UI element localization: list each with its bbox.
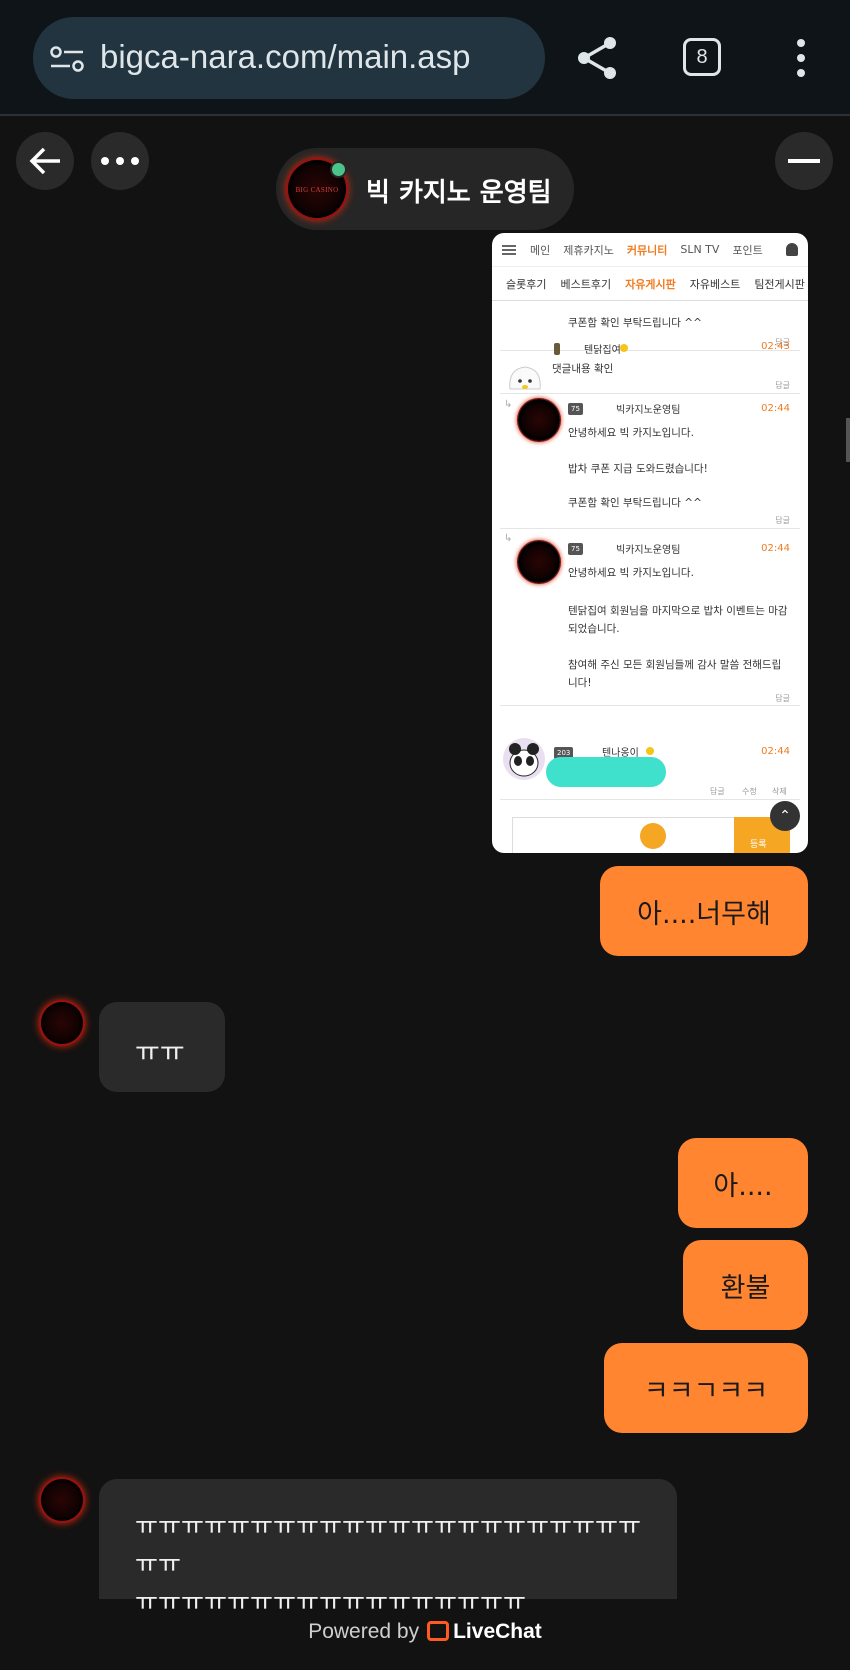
shot-nav-item: 포인트 [732, 243, 763, 257]
comment-text: 댓글내용 확인 [552, 363, 614, 375]
status-dot [620, 344, 628, 352]
status-dot [646, 747, 654, 755]
agent-name: 빅 카지노 운영팀 [366, 178, 552, 208]
shot-nav-item: 제휴카지노 [563, 243, 614, 257]
divider [500, 799, 800, 800]
message-outgoing: ㅋㅋㄱㅋㅋ [604, 1343, 808, 1433]
comment-user: 텐닭집여 [584, 345, 621, 356]
comment-action: 삭제 [772, 787, 787, 796]
menu-round-icon [640, 823, 666, 849]
back-button[interactable] [16, 132, 74, 190]
more-options-button[interactable] [91, 132, 149, 190]
agent-message-avatar [41, 1479, 83, 1521]
comment-text: 텐닭집여 회원님을 마지막으로 밥차 이벤트는 마감 [568, 605, 788, 617]
agent-logo-text: BIG CASINO [295, 185, 339, 194]
comment-text: 밥차 쿠폰 지급 도와드렸습니다! [568, 463, 708, 475]
comment-time: 02:44 [761, 746, 790, 757]
url-text[interactable]: bigca-nara.com/main.asp [100, 38, 471, 76]
comment-text: 니다! [568, 677, 592, 689]
shot-sub-nav: 슬롯후기 베스트후기 자유게시판 자유베스트 팀전게시판 [492, 267, 808, 301]
shot-top-nav: 메인 제휴카지노 커뮤니티 SLN TV 포인트 [492, 233, 808, 267]
minimize-icon [788, 159, 820, 163]
divider [500, 528, 800, 529]
divider [500, 350, 800, 351]
reply-link: 답글 [775, 694, 790, 703]
comment-user: 빅카지노운영팀 [616, 405, 681, 416]
online-status-dot [330, 161, 347, 178]
agent-message-avatar [41, 1002, 83, 1044]
arrow-left-icon [29, 147, 60, 175]
message-outgoing: 아.... [678, 1138, 808, 1228]
powered-by-footer[interactable]: Powered by LiveChat [0, 1620, 850, 1644]
message-incoming: ㅠㅠ [99, 1002, 225, 1092]
comment-action: 수정 [742, 787, 757, 796]
livechat-icon [427, 1621, 450, 1641]
tab-count: 8 [696, 45, 708, 68]
reply-arrow-icon: ↳ [504, 533, 513, 544]
livechat-brand: LiveChat [453, 1620, 542, 1643]
message-outgoing: 아....너무해 [600, 866, 808, 956]
comment-user: 빅카지노운영팀 [616, 545, 681, 556]
shot-subnav-item: 슬롯후기 [506, 277, 547, 291]
comment-text: 쿠폰함 확인 부탁드립니다 ^^ [568, 497, 702, 509]
image-attachment[interactable]: 메인 제휴카지노 커뮤니티 SLN TV 포인트 슬롯후기 베스트후기 자유게시… [492, 233, 808, 853]
comment-text: 안녕하세요 빅 카지노입니다. [568, 427, 694, 439]
comment-text: 참여해 주신 모든 회원님들께 감사 말씀 전해드립 [568, 659, 782, 671]
divider [500, 393, 800, 394]
shot-submit-label: 등록 [750, 840, 767, 850]
reply-link: 답글 [775, 381, 790, 390]
comment-avatar [518, 399, 560, 441]
redacted-scribble [546, 757, 666, 787]
panda-avatar-icon [503, 738, 545, 780]
site-settings-icon[interactable] [50, 46, 84, 72]
minimize-button[interactable] [775, 132, 833, 190]
comment-action: 답글 [710, 787, 725, 796]
divider [500, 705, 800, 706]
comment-avatar [518, 541, 560, 583]
more-vert-icon[interactable] [788, 38, 814, 78]
share-icon[interactable] [574, 34, 622, 82]
shot-subnav-item: 베스트후기 [560, 277, 612, 291]
reply-arrow-icon: ↳ [504, 399, 513, 410]
level-badge: 75 [568, 543, 583, 555]
message-outgoing: 환불 [683, 1240, 808, 1330]
more-horiz-icon [101, 157, 139, 165]
bell-icon [786, 243, 798, 256]
comment-time: 02:43 [761, 341, 790, 352]
tab-switcher-button[interactable]: 8 [683, 38, 721, 76]
level-badge: 75 [568, 403, 583, 415]
shot-nav-item: 메인 [530, 243, 551, 257]
level-badge [554, 343, 560, 355]
browser-toolbar: bigca-nara.com/main.asp 8 [0, 0, 850, 116]
shot-subnav-item: 팀전게시판 [754, 277, 805, 291]
hamburger-icon [502, 244, 516, 255]
message-incoming: ㅠㅠㅠㅠㅠㅠㅠㅠㅠㅠㅠㅠㅠㅠㅠㅠㅠㅠㅠㅠㅠㅠㅠㅠ ㅠㅠㅠㅠㅠㅠㅠㅠㅠㅠㅠㅠㅠㅠㅠ… [99, 1479, 677, 1616]
powered-by-text: Powered by [308, 1620, 420, 1643]
chevron-up-icon: ⌃ [770, 801, 800, 831]
comment-time: 02:44 [761, 403, 790, 414]
shot-nav-item-active: 커뮤니티 [626, 243, 668, 257]
reply-link: 답글 [775, 516, 790, 525]
comment-time: 02:44 [761, 543, 790, 554]
ghost-avatar-icon [509, 366, 541, 390]
shot-nav-item: SLN TV [680, 243, 720, 256]
comment-text: 안녕하세요 빅 카지노입니다. [568, 567, 694, 579]
comment-text: 되었습니다. [568, 623, 620, 635]
scroll-indicator [846, 418, 850, 462]
comment-text: 쿠폰함 확인 부탁드립니다 ^^ [568, 317, 702, 329]
shot-subnav-item: 자유베스트 [689, 277, 741, 291]
shot-subnav-item-active: 자유게시판 [625, 277, 676, 291]
shot-comment-input [512, 817, 736, 853]
